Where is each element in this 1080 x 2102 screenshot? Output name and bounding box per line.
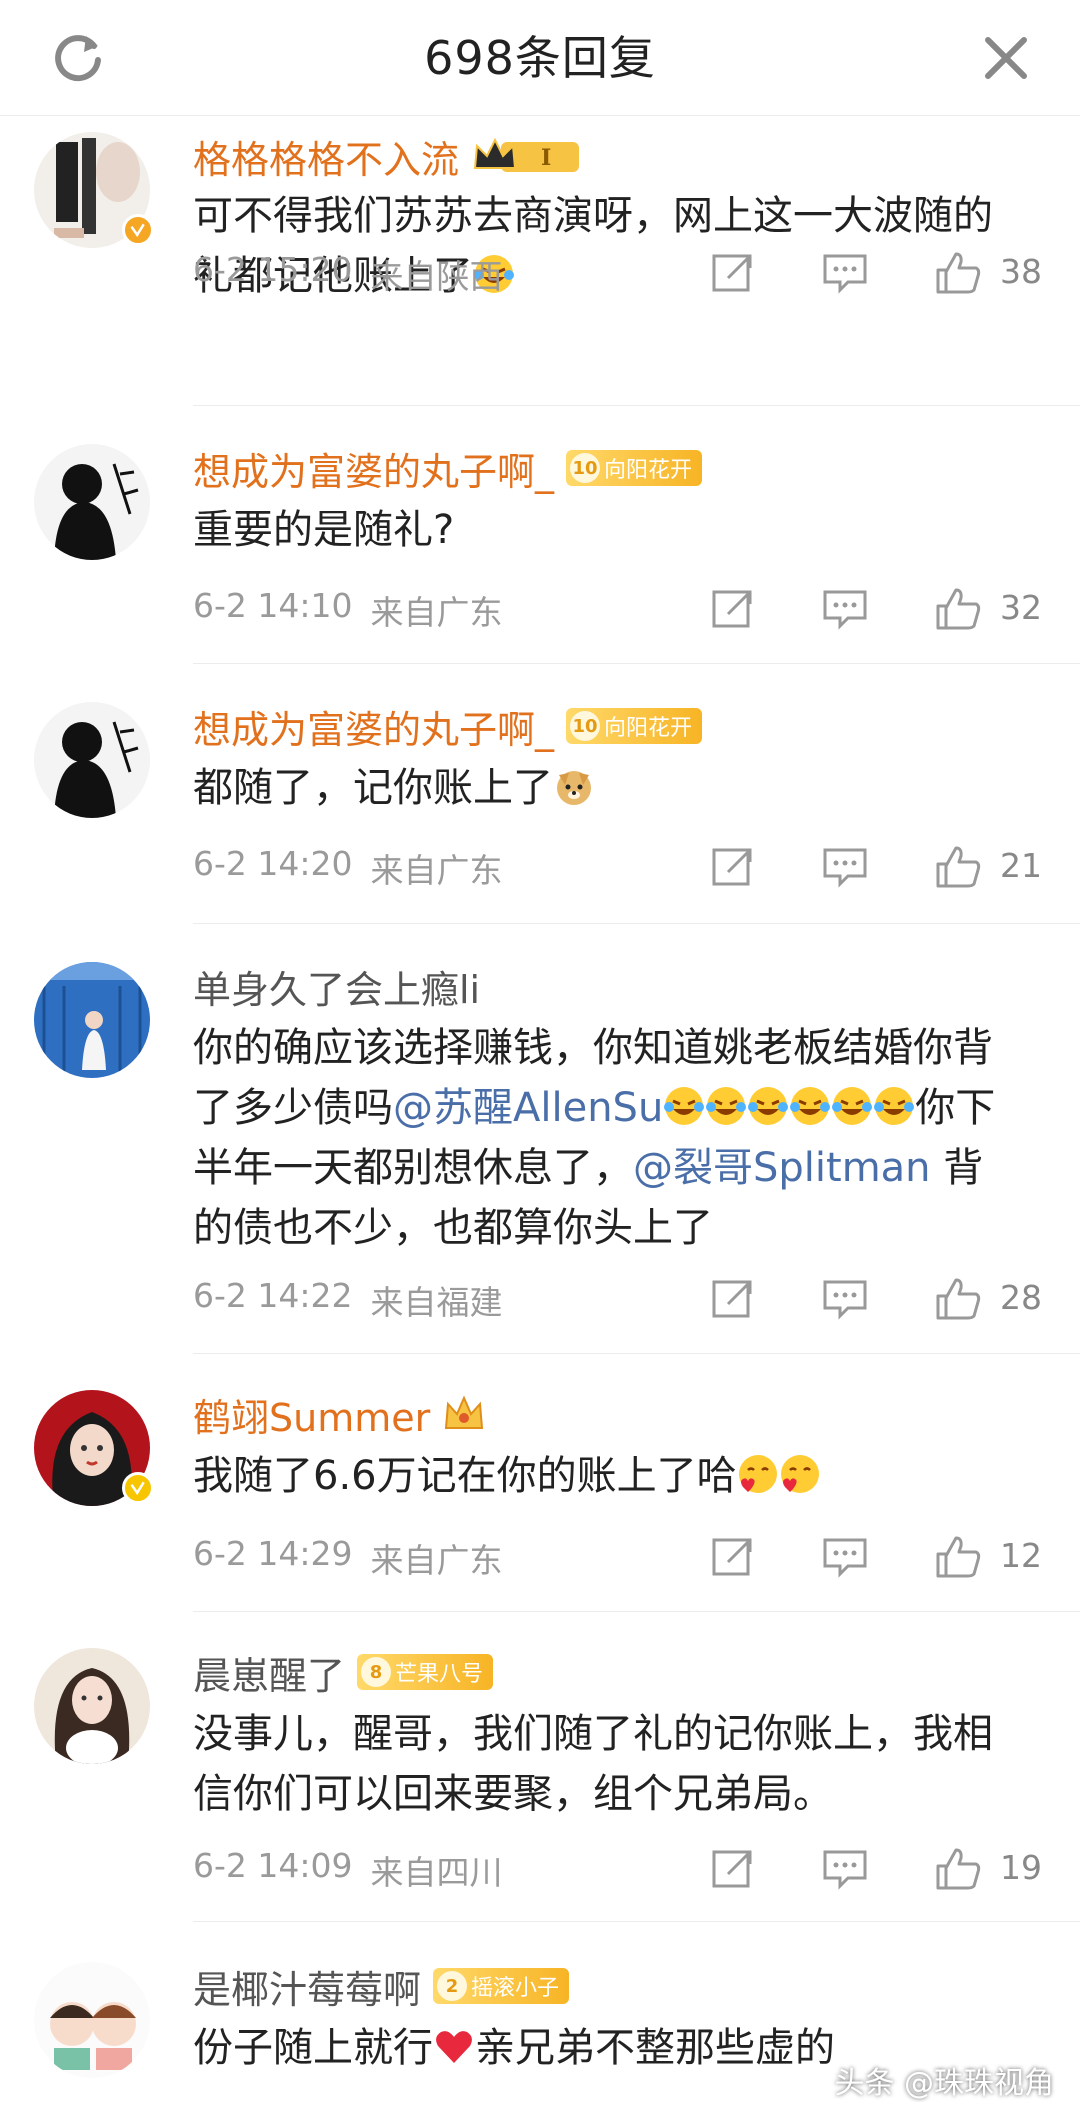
username[interactable]: 单身久了会上瘾li xyxy=(193,959,480,1014)
thumbs-up-icon[interactable] xyxy=(934,844,982,890)
comment-location: 来自四川 xyxy=(370,1853,503,1892)
avatar[interactable] xyxy=(34,132,154,248)
thumbs-up-icon[interactable] xyxy=(934,1276,982,1322)
laugh-cry-emoji-icon xyxy=(832,1087,873,1125)
username[interactable]: 鹤翊Summer xyxy=(193,1387,430,1442)
close-icon[interactable] xyxy=(978,30,1034,86)
fan-level-badge: 2 摇滚小子 xyxy=(433,1968,570,2004)
crown-icon: I xyxy=(473,137,580,172)
comment-location: 来自广东 xyxy=(370,1541,503,1580)
comment-location: 来自陕西 xyxy=(370,257,503,296)
header-bar: 698条回复 xyxy=(0,0,1080,116)
share-icon[interactable] xyxy=(710,1276,756,1322)
comment-text: 重要的是随礼? xyxy=(193,507,455,553)
laugh-cry-emoji-icon xyxy=(748,1087,789,1125)
badge-level: 8 xyxy=(361,1657,392,1687)
like-count: 38 xyxy=(1000,252,1042,291)
like-count: 21 xyxy=(1000,846,1042,885)
comment-text: 没事儿，醒哥，我们随了礼的记你账上，我相信你们可以回来要聚，组个兄弟局。 xyxy=(193,1711,993,1817)
badge-label: 芒果八号 xyxy=(395,1662,484,1687)
like-count: 32 xyxy=(1000,588,1042,627)
verified-badge-icon xyxy=(122,1472,154,1504)
page-title: 698条回复 xyxy=(424,31,656,85)
share-icon[interactable] xyxy=(710,586,756,632)
kiss-emoji-icon xyxy=(738,1455,777,1493)
comment-date: 6-2 14:10 xyxy=(193,586,353,625)
mention-link[interactable]: @裂哥Splitman xyxy=(633,1145,931,1191)
username[interactable]: 是椰汁莓莓啊 xyxy=(193,1959,421,2014)
laugh-cry-emoji-icon xyxy=(706,1087,747,1125)
badge-label: 向阳花开 xyxy=(604,458,693,483)
comment-icon[interactable] xyxy=(822,1848,868,1890)
like-count: 19 xyxy=(1000,1848,1042,1887)
badge-label: 向阳花开 xyxy=(604,716,693,741)
badge-level: 10 xyxy=(570,453,601,483)
fan-level-badge: 10 向阳花开 xyxy=(566,450,703,486)
comment-date: 6-2 14:22 xyxy=(193,1276,353,1315)
avatar[interactable] xyxy=(34,1390,154,1506)
like-count: 28 xyxy=(1000,1278,1042,1317)
like-count: 12 xyxy=(1000,1536,1042,1575)
username[interactable]: 想成为富婆的丸子啊_ xyxy=(193,441,554,496)
comment-icon[interactable] xyxy=(822,252,868,294)
watermark: 头条 @珠珠视角 xyxy=(834,2066,1054,2101)
comment-item: 晨崽醒了 8 芒果八号 没事儿，醒哥，我们随了礼的记你账上，我相信你们可以回来要聚… xyxy=(0,1612,1080,1922)
badge-label: 摇滚小子 xyxy=(471,1976,560,2001)
comment-text: 我随了6.6万记在你的账上了哈 xyxy=(193,1446,1023,1506)
verified-badge-icon xyxy=(122,214,154,246)
thumbs-up-icon[interactable] xyxy=(934,250,982,296)
username[interactable]: 晨崽醒了 xyxy=(193,1645,345,1700)
crown-icon xyxy=(445,1395,484,1429)
comment-text: 你的确应该选择赚钱，你知道姚老板结婚你背了多少债吗@苏醒AllenSu 你下半年一… xyxy=(193,1025,996,1251)
kiss-emoji-icon xyxy=(780,1455,819,1493)
share-icon[interactable] xyxy=(710,1846,756,1892)
thumbs-up-icon[interactable] xyxy=(934,1534,982,1580)
comment-date: 6-2 14:20 xyxy=(193,844,353,883)
comment-item: 鹤翊Summer 我随了6.6万记在你的账上了哈 6-2 14:29 来自广东 … xyxy=(0,1354,1080,1612)
thumbs-up-icon[interactable] xyxy=(934,1846,982,1892)
badge-level: 2 xyxy=(437,1971,468,2001)
doge-emoji-icon xyxy=(557,771,591,805)
comment-date: 6-2 15:20 xyxy=(193,250,353,289)
laugh-cry-emoji-icon xyxy=(790,1087,831,1125)
username[interactable]: 格格格格不入流 xyxy=(193,129,459,184)
comment-location: 来自福建 xyxy=(370,1283,503,1322)
badge-label: I xyxy=(541,145,551,171)
comment-icon[interactable] xyxy=(822,588,868,630)
badge-level: 10 xyxy=(570,711,601,741)
laugh-cry-emoji-icon xyxy=(664,1087,705,1125)
share-icon[interactable] xyxy=(710,844,756,890)
avatar[interactable] xyxy=(34,702,150,818)
comment-location: 来自广东 xyxy=(370,593,503,632)
comment-icon[interactable] xyxy=(822,1536,868,1578)
avatar[interactable] xyxy=(34,962,150,1078)
comment-date: 6-2 14:09 xyxy=(193,1846,353,1885)
comment-icon[interactable] xyxy=(822,1278,868,1320)
comment-text: 都随了，记你账上了 xyxy=(193,758,1023,818)
comment-item: 格格格格不入流 I 可不得我们苏苏去商演呀，网上这一大波随的礼都记他账上了 6-… xyxy=(0,118,1080,406)
thumbs-up-icon[interactable] xyxy=(934,586,982,632)
laugh-cry-emoji-icon xyxy=(874,1087,915,1125)
avatar[interactable] xyxy=(34,1648,150,1764)
fan-level-badge: 10 向阳花开 xyxy=(566,708,703,744)
avatar[interactable] xyxy=(34,1962,150,2078)
comment-item: 想成为富婆的丸子啊_ 10 向阳花开 重要的是随礼? 6-2 14:10 来自广东… xyxy=(0,406,1080,664)
comment-date: 6-2 14:29 xyxy=(193,1534,353,1573)
comment-item: 单身久了会上瘾li 你的确应该选择赚钱，你知道姚老板结婚你背了多少债吗@苏醒Al… xyxy=(0,924,1080,1354)
mention-link[interactable]: @苏醒AllenSu xyxy=(393,1085,663,1131)
avatar[interactable] xyxy=(34,444,150,560)
comment-icon[interactable] xyxy=(822,846,868,888)
comment-item: 想成为富婆的丸子啊_ 10 向阳花开 都随了，记你账上了 6-2 14:20 来自… xyxy=(0,664,1080,924)
fan-level-badge: 8 芒果八号 xyxy=(357,1654,494,1690)
share-icon[interactable] xyxy=(710,250,756,296)
share-icon[interactable] xyxy=(710,1534,756,1580)
red-heart-icon xyxy=(436,2031,472,2063)
comment-location: 来自广东 xyxy=(370,851,503,890)
membership-badge: I xyxy=(471,134,583,178)
username[interactable]: 想成为富婆的丸子啊_ xyxy=(193,699,554,754)
